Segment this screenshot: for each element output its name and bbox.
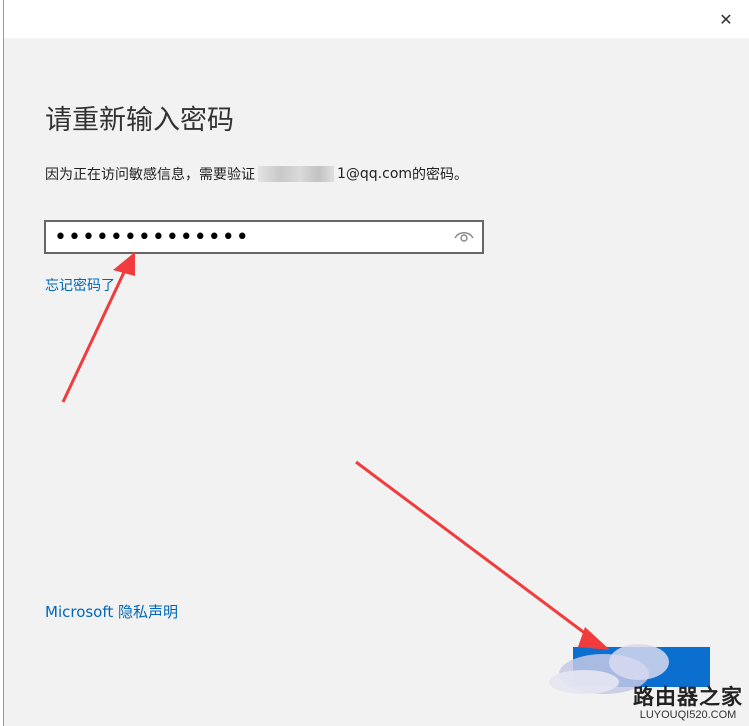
eye-icon[interactable] — [454, 229, 474, 245]
dialog-body: 请重新输入密码 因为正在访问敏感信息，需要验证 1@qq.com 的密码。 忘记… — [4, 38, 749, 726]
forgot-password-link[interactable]: 忘记密码了 — [45, 275, 115, 295]
verification-description: 因为正在访问敏感信息，需要验证 1@qq.com 的密码。 — [45, 164, 468, 184]
microsoft-account-dialog: ✕ 请重新输入密码 因为正在访问敏感信息，需要验证 1@qq.com 的密码。 … — [0, 0, 749, 726]
email-suffix: 1@qq.com — [337, 166, 413, 182]
password-field[interactable] — [44, 220, 484, 254]
description-prefix: 因为正在访问敏感信息，需要验证 — [45, 167, 255, 183]
close-button[interactable]: ✕ — [713, 6, 739, 32]
password-input[interactable] — [54, 222, 444, 252]
page-title: 请重新输入密码 — [45, 105, 234, 136]
masked-email — [258, 166, 334, 182]
description-end: 的密码。 — [412, 167, 469, 183]
sign-in-button[interactable] — [573, 647, 710, 687]
privacy-statement-link[interactable]: Microsoft 隐私声明 — [45, 601, 178, 622]
close-icon: ✕ — [719, 9, 733, 29]
title-bar: ✕ — [4, 0, 749, 38]
